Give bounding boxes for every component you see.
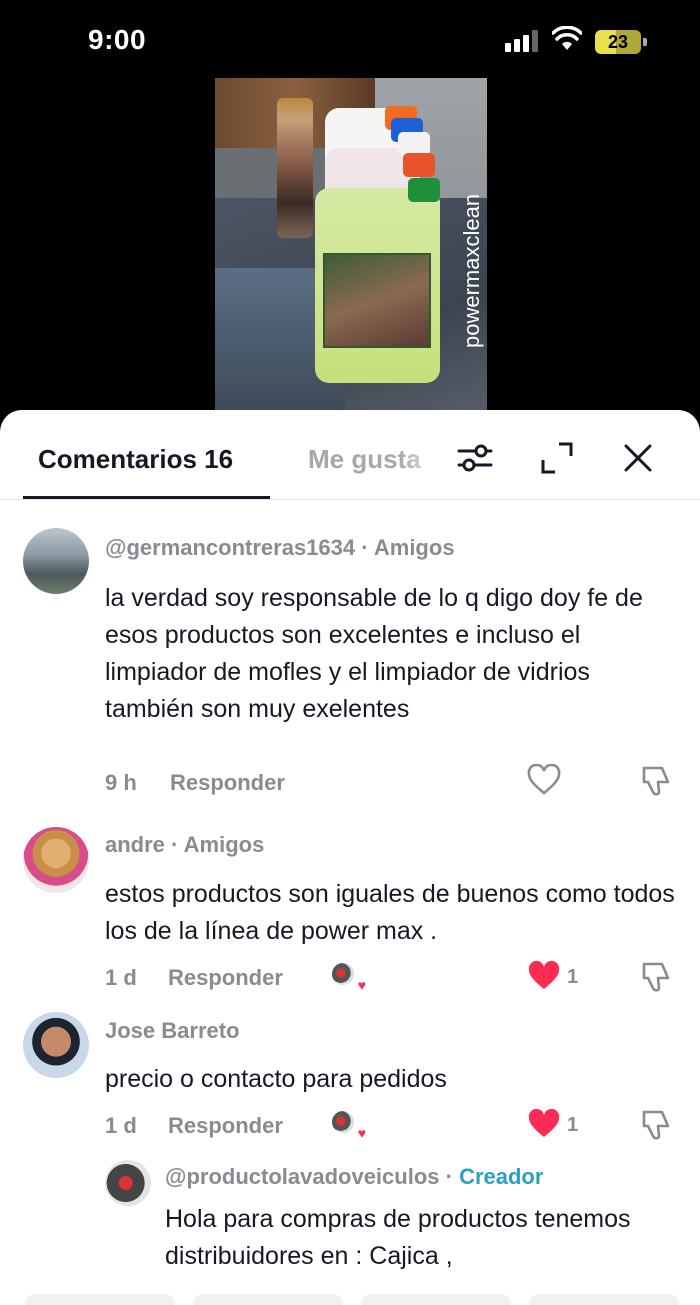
comment-username[interactable]: @germancontreras1634 · Amigos [105, 535, 455, 561]
comment-time: 1 d [105, 1113, 137, 1138]
quick-reply-chip[interactable] [361, 1294, 511, 1305]
quick-reply-chip[interactable] [193, 1294, 343, 1305]
heart-icon: ♥ [357, 1125, 366, 1141]
comment-username[interactable]: Jose Barreto [105, 1018, 240, 1044]
dislike-icon[interactable] [638, 764, 672, 798]
avatar[interactable] [23, 827, 89, 893]
reply-button[interactable]: Responder [168, 1113, 283, 1139]
status-time: 9:00 [88, 24, 147, 55]
reply-button[interactable]: Responder [168, 965, 283, 991]
avatar[interactable] [105, 1160, 151, 1206]
reply-button[interactable]: Responder [170, 770, 285, 796]
expand-icon[interactable] [537, 438, 577, 478]
quick-reply-chip[interactable] [529, 1294, 679, 1305]
liked-by-creator-badge: ♥ [330, 1109, 366, 1141]
dislike-icon[interactable] [638, 1108, 672, 1142]
dislike-icon[interactable] [638, 960, 672, 994]
spray-can-image [277, 98, 313, 238]
comments-tabs: Comentarios 16 Me gusta [0, 410, 700, 500]
comment-text: precio o contacto para pedidos [105, 1065, 447, 1093]
comment-text: la verdad soy responsable de lo q digo d… [105, 584, 643, 723]
wifi-icon [552, 26, 582, 50]
bottom-quick-bar [0, 1280, 700, 1305]
like-count: 1 [567, 966, 579, 988]
avatar[interactable] [23, 1012, 89, 1078]
creator-avatar-mini [330, 1109, 356, 1135]
like-count: 1 [567, 1114, 579, 1136]
status-bar: 9:00 23 [0, 0, 700, 80]
comment-username[interactable]: andre · Amigos [105, 832, 264, 858]
tab-comments[interactable]: Comentarios 16 [38, 444, 233, 475]
reply-username[interactable]: @productolavadoveiculos · Creador [165, 1164, 543, 1190]
comment-time: 1 d [105, 965, 137, 990]
liked-by-creator-badge: ♥ [330, 961, 366, 993]
comment-text: estos productos son iguales de buenos co… [105, 880, 675, 945]
creator-badge: Creador [459, 1164, 544, 1189]
battery-level: 23 [595, 30, 641, 54]
heart-filled-icon[interactable] [527, 1108, 561, 1140]
comment-time: 9 h [105, 770, 137, 795]
filter-sliders-icon[interactable] [455, 438, 495, 478]
avatar[interactable] [23, 528, 89, 594]
comments-sheet: Comentarios 16 Me gusta @germancontreras… [0, 410, 700, 1305]
heart-outline-icon[interactable] [527, 764, 561, 796]
heart-icon: ♥ [357, 977, 366, 993]
product-label-image [323, 253, 431, 348]
tab-active-indicator [23, 496, 270, 499]
creator-avatar-mini [330, 961, 356, 987]
battery-icon: 23 [595, 30, 647, 54]
reply-text: Hola para compras de productos tenemos d… [165, 1205, 631, 1270]
cellular-signal-icon [505, 30, 541, 52]
video-watermark: powermaxclean [459, 193, 484, 348]
close-icon[interactable] [618, 438, 658, 478]
quick-reply-chip[interactable] [25, 1294, 175, 1305]
heart-filled-icon[interactable] [527, 960, 561, 992]
video-preview[interactable]: powermaxclean [215, 78, 487, 423]
